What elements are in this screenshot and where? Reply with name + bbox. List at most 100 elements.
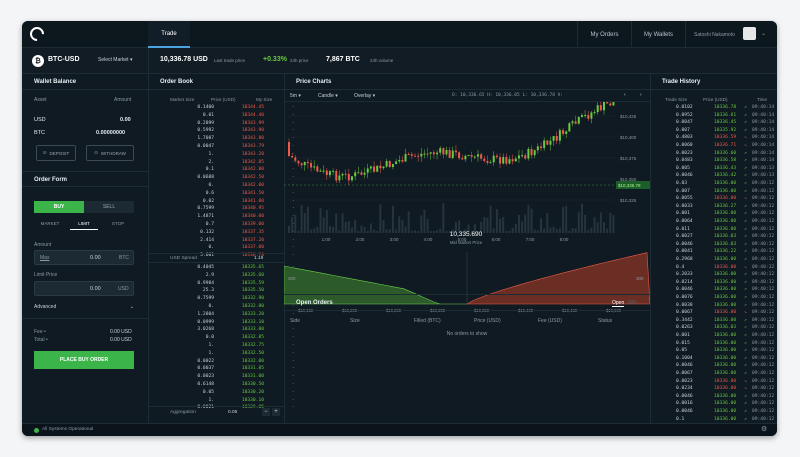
volume-bar (577, 211, 580, 233)
chevron-left-icon[interactable]: ‹ (624, 92, 626, 98)
ask-row[interactable]: 0.5992 10343.90- (170, 128, 302, 136)
trade-size: 0.0068 (676, 143, 693, 148)
arrow-up-icon: ↗ (744, 401, 747, 407)
bid-row[interactable]: 0.998410335.59- (170, 281, 302, 289)
trade-size: 0.007 (676, 127, 690, 133)
bid-row[interactable]: 0.759910332.90- (170, 296, 302, 304)
bid-row[interactable]: 1. 10332.75 - (170, 343, 302, 351)
my-wallets-button[interactable]: My Wallets (631, 21, 685, 48)
ask-size: 2. (208, 159, 214, 165)
ask-row[interactable]: 2. 10342.85- (170, 160, 302, 168)
tab-trade[interactable]: Trade (148, 21, 190, 48)
volume-bar (587, 229, 590, 233)
avatar[interactable] (743, 27, 756, 40)
bid-row[interactable]: 0.05 10330.20 - (170, 390, 302, 398)
limit-price-field[interactable]: 0.00 USD (34, 281, 134, 296)
bid-row[interactable]: 1. 10330.10 - (170, 398, 302, 406)
trade-time: 09:40:12 (752, 363, 775, 369)
ask-row[interactable]: 0.01 10344.40- (170, 113, 302, 121)
aggregation-minus-button[interactable]: − (262, 408, 270, 416)
ask-row[interactable]: 0.0688 10342.50- (170, 175, 302, 183)
bid-row[interactable]: 1.2804 10333.20- (170, 312, 302, 320)
ask-row[interactable]: 0.6 10341.50- (170, 191, 302, 199)
sell-tab[interactable]: SELL (84, 201, 134, 213)
ask-row[interactable]: 0.2899 10343.99- (170, 121, 302, 129)
status-text: All Systems Operational (42, 427, 94, 432)
bid-row[interactable]: 0.404510335.65- (170, 265, 302, 273)
select-market-dropdown[interactable]: Select Market ▾ (98, 57, 132, 63)
bid-row[interactable]: 25.310335.50- (170, 288, 302, 296)
price-chart-canvas[interactable]: $10,425$10,400$10,375$10,350$10,3251:00 2… (284, 102, 650, 314)
price-chart-title: Price Charts (284, 74, 650, 90)
withdraw-button[interactable]: ⊙ WITHDRAW (86, 145, 134, 161)
trade-time: 09:40:12 (752, 409, 775, 414)
bid-row[interactable]: 0. 10332.80- (170, 304, 302, 312)
tab-market[interactable]: MARKET (34, 221, 66, 230)
bitcoin-icon: ₿ (32, 55, 44, 67)
bid-row[interactable]: 0.0 10332.85- (170, 335, 302, 343)
ask-row[interactable]: 0.1 10342.80- (170, 167, 302, 175)
ask-row[interactable]: 0.1400 10344.45- (170, 105, 302, 113)
amount-field[interactable]: Max 0.00 BTC (34, 250, 134, 265)
bid-row[interactable]: 0.0037 10331.85 - (170, 366, 302, 374)
chevron-right-icon[interactable]: › (640, 92, 642, 98)
ask-row[interactable]: 0.7 10339.00- (170, 222, 302, 230)
interval-dropdown[interactable]: 5m ▾ (290, 93, 301, 99)
volume-bar (306, 206, 309, 233)
ask-row[interactable]: 1.4871 10340.00- (170, 214, 302, 222)
bid-row[interactable]: 0.6148 10330.50 - (170, 382, 302, 390)
volume-bar (530, 208, 533, 233)
ask-row[interactable]: 0. 10342.00- (170, 183, 302, 191)
deposit-button[interactable]: ⊙ DEPOSIT (36, 145, 76, 161)
bid-row[interactable]: 1. 10332.50 - (170, 351, 302, 359)
ask-row[interactable]: 2.414 10337.20- (170, 238, 302, 246)
withdraw-icon: ⊙ (94, 150, 98, 155)
bid-size: 0.05 (202, 389, 214, 395)
logo-icon[interactable] (27, 24, 47, 44)
bid-row[interactable]: 3.0268 10333.00- (170, 327, 302, 335)
overlay-dropdown[interactable]: Overlay ▾ (354, 93, 375, 99)
volume-bar (543, 228, 546, 233)
bid-row[interactable]: 0.0999 10333.10- (170, 320, 302, 328)
candle (549, 140, 552, 145)
gear-icon[interactable]: ⚙ (761, 425, 767, 433)
place-buy-order-button[interactable]: PLACE BUY ORDER (34, 351, 134, 369)
trade-size: 0.0046 (676, 173, 693, 179)
bid-row[interactable]: 2.910335.60- (170, 273, 302, 281)
ask-row[interactable]: 0.7599 10340.95- (170, 206, 302, 214)
candle (562, 130, 565, 134)
chevron-down-icon[interactable]: ⌄ (761, 30, 766, 37)
ask-row[interactable]: 1. 10343.20- (170, 152, 302, 160)
bid-row[interactable]: 0.0022 10332.00 - (170, 359, 302, 367)
ask-row[interactable]: 0.0047 10343.79- (170, 144, 302, 152)
trade-time: 09:40:12 (752, 279, 775, 285)
ask-row[interactable]: 1.7087 10343.80- (170, 136, 302, 144)
ask-row[interactable]: 0.132 10337.35- (170, 230, 302, 238)
open-orders-tab-fills[interactable]: Fills (628, 300, 637, 306)
order-form-title: Order Form (22, 171, 148, 187)
trade-time: 09:40:12 (752, 219, 775, 224)
tab-stop[interactable]: STOP (102, 221, 134, 230)
bid-size: 0.0 (205, 335, 214, 341)
trade-price: 10336.03 (714, 234, 737, 240)
amount-max[interactable]: Max (40, 255, 49, 261)
open-orders-tab-open[interactable]: Open (612, 300, 625, 307)
candle (432, 152, 435, 155)
bid-row[interactable]: 0.0023 10331.00 - (170, 374, 302, 382)
aggregation-plus-button[interactable]: + (272, 408, 280, 416)
arrow-up-icon: ↗ (744, 158, 747, 164)
volume-bar (310, 229, 313, 233)
advanced-toggle[interactable]: Advanced ⌄ (34, 304, 134, 310)
chart-type-dropdown[interactable]: Candle ▾ (318, 93, 338, 99)
buy-tab[interactable]: BUY (34, 201, 84, 213)
trade-time: 09:40:12 (752, 188, 775, 194)
ask-row[interactable]: 0.02 10341.00- (170, 199, 302, 207)
trade-size: 0.03 (676, 181, 688, 186)
tab-limit[interactable]: LIMIT (70, 221, 98, 230)
bid-size: 0.0037 (197, 366, 214, 372)
my-orders-button[interactable]: My Orders (577, 21, 631, 48)
volume-bar (379, 204, 382, 233)
trade-price: 10336.00 (714, 211, 737, 217)
ask-size: 0.1 (205, 167, 214, 173)
candle (565, 131, 568, 134)
